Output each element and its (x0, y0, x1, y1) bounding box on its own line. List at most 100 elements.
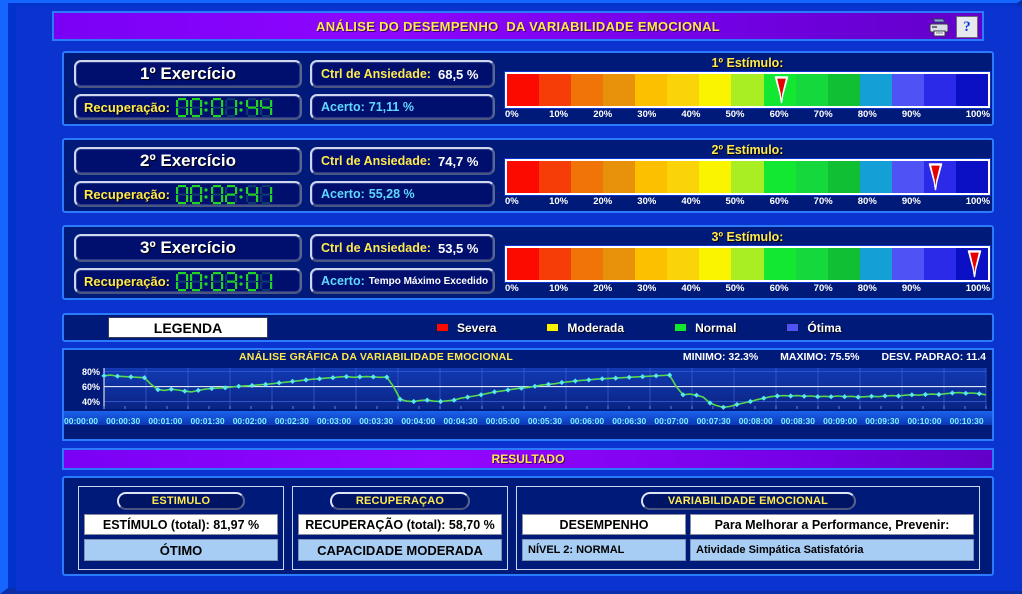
stimulus-gauge-3: 3º Estímulo: 0% 10% 20% 30% 40% 50% 60% 70% 80% 9… (505, 230, 990, 299)
legend-swatch-0 (436, 323, 449, 332)
anxiety-control-label-3: Ctrl de Ansiedade: (321, 241, 431, 255)
x-tick-18: 00:09:00 (823, 416, 858, 425)
anxiety-control-box-3: Ctrl de Ansiedade: 53,5 % (310, 234, 495, 262)
chart-header: ANÁLISE GRÁFICA DA VARIABILIDADE EMOCION… (64, 350, 992, 365)
gauge-tick-10: 100% (965, 109, 991, 120)
acerto-label-2: Acerto: (321, 187, 365, 201)
gauge-segment-14 (923, 74, 956, 106)
legend-panel: LEGENDA Severa Moderada Normal Ótima (62, 313, 994, 342)
acerto-box-1: Acerto: 71,11 % (310, 94, 495, 120)
recovery-label-3: Recuperação: (84, 273, 170, 289)
stimulus-scale-2: 0% 10% 20% 30% 40% 50% 60% 70% 80% 90% 100% (505, 196, 990, 210)
acerto-box-2: Acerto: 55,28 % (310, 181, 495, 207)
legend-label-2: Normal (695, 320, 737, 335)
exercise-panel-1: 1º Exercício Recuperação: Ctrl de Ansied… (62, 51, 994, 126)
resultado-panel: ESTIMULO ESTÍMULO (total): 81,97 % ÓTIMO… (62, 476, 994, 576)
anxiety-control-value-1: 68,5 % (437, 66, 479, 82)
x-tick-15: 00:07:30 (696, 416, 731, 425)
gauge-segment-13 (891, 161, 924, 193)
x-tick-14: 00:07:00 (654, 416, 689, 425)
legend-swatch-1 (546, 323, 560, 332)
svg-text:40%: 40% (82, 397, 100, 407)
gauge-segment-1 (507, 161, 540, 193)
app-stage: ANÁLISE DO DESEMPENHO DA VARIABILIDADE E… (16, 6, 1022, 591)
gauge-segment-12 (859, 161, 892, 193)
recovery-label-1: Recuperação: (84, 99, 170, 115)
exercise-title-1: 1º Exercício (140, 64, 236, 83)
help-icon[interactable]: ? (956, 16, 978, 38)
gauge-segment-15 (955, 161, 988, 193)
exercise-title-box-1: 1º Exercício (74, 60, 302, 88)
legend-label-0: Severa (457, 320, 497, 335)
gauge-segment-15 (955, 74, 988, 106)
stimulus-scale-1: 0% 10% 20% 30% 40% 50% 60% 70% 80% 90% 100% (505, 109, 990, 123)
stimulus-title-1: 1º Estímulo: (711, 56, 784, 70)
x-tick-1: 00:00:30 (106, 416, 141, 425)
anxiety-control-value-2: 74,7 % (437, 153, 479, 169)
exercise-title-3: 3º Exercício (140, 238, 236, 257)
gauge-tick-0: 0% (505, 283, 519, 294)
estimulo-total-box: ESTÍMULO (total): 81,97 % (84, 514, 278, 535)
x-tick-12: 00:06:00 (570, 416, 605, 425)
gauge-segment-2 (539, 248, 572, 280)
x-tick-8: 00:04:00 (401, 416, 436, 425)
variabilidade-pill: VARIABILIDADE EMOCIONAL (640, 492, 856, 510)
exercise-title-2: 2º Exercício (140, 151, 236, 170)
resultado-banner-label: RESULTADO (491, 452, 565, 466)
gauge-tick-5: 50% (725, 283, 745, 294)
estimulo-total-value: ESTÍMULO (total): 81,97 % (102, 517, 260, 532)
chart-plot-area: 40% 60% 80% 00:00:00 00:00:30 00:01:00 00:01:… (64, 365, 992, 425)
stimulus-marker-1 (774, 76, 789, 104)
chart-svg: 40% 60% 80% (82, 367, 987, 410)
x-tick-13: 00:06:30 (612, 416, 647, 425)
gauge-segment-5 (635, 161, 668, 193)
x-tick-0: 00:00:00 (64, 416, 99, 425)
resultado-variabilidade-column: VARIABILIDADE EMOCIONAL DESEMPENHO Para … (516, 486, 980, 570)
printer-icon[interactable] (927, 16, 951, 38)
gauge-tick-3: 30% (637, 283, 657, 294)
gauge-segment-8 (731, 248, 764, 280)
anxiety-control-box-2: Ctrl de Ansiedade: 74,7 % (310, 147, 495, 175)
estimulo-verdict-box: ÓTIMO (84, 539, 278, 561)
gauge-segment-6 (667, 161, 700, 193)
gauge-tick-0: 0% (505, 196, 519, 207)
gauge-segment-3 (571, 74, 604, 106)
recovery-timer-3 (175, 270, 273, 293)
anxiety-control-box-1: Ctrl de Ansiedade: 68,5 % (310, 60, 495, 88)
gauge-tick-2: 20% (593, 109, 613, 120)
gauge-tick-3: 30% (637, 196, 657, 207)
stimulus-gauge-1: 1º Estímulo: 0% 10% 20% 30% 40% 50% 60% 70% 80% 9… (505, 56, 990, 125)
legend-item-1: Moderada (546, 321, 624, 335)
legend-label-1: Moderada (567, 320, 625, 335)
recuperacao-verdict-value: CAPACIDADE MODERADA (317, 542, 483, 558)
gauge-segment-2 (539, 161, 572, 193)
chart-stat-maximo: MAXIMO: 75.5% (780, 351, 860, 363)
variabilidade-col1-header-box: DESEMPENHO (522, 514, 686, 535)
gauge-segment-3 (571, 161, 604, 193)
gauge-tick-0: 0% (505, 109, 519, 120)
variabilidade-col2-value: Atividade Simpática Satisfatória (696, 544, 864, 556)
x-tick-4: 00:02:00 (232, 416, 267, 425)
x-tick-9: 00:04:30 (443, 416, 478, 425)
variabilidade-pill-label: VARIABILIDADE EMOCIONAL (667, 495, 829, 507)
variabilidade-col2-header: Para Melhorar a Performance, Prevenir: (714, 517, 950, 532)
app-window-frame: ANÁLISE DO DESEMPENHO DA VARIABILIDADE E… (0, 0, 1022, 594)
recuperacao-total-box: RECUPERAÇÃO (total): 58,70 % (298, 514, 502, 535)
gauge-tick-6: 60% (769, 283, 789, 294)
stimulus-title-2: 2º Estímulo: (711, 143, 784, 157)
gauge-segment-1 (507, 248, 540, 280)
gauge-tick-7: 70% (813, 196, 833, 207)
legend-item-2: Normal (674, 321, 736, 335)
gauge-tick-7: 70% (813, 283, 833, 294)
gauge-segment-12 (859, 248, 892, 280)
acerto-value-3: Tempo Máximo Excedido (368, 275, 489, 287)
resultado-estimulo-column: ESTIMULO ESTÍMULO (total): 81,97 % ÓTIMO (78, 486, 284, 570)
acerto-value-1: 71,11 % (368, 100, 414, 114)
x-tick-17: 00:08:30 (780, 416, 815, 425)
chart-stats: MINIMO: 32.3% MAXIMO: 75.5% DESV. PADRAO… (683, 351, 986, 363)
recovery-box-1: Recuperação: (74, 94, 302, 120)
legend-label-3: Ótima (807, 320, 842, 335)
gauge-segment-6 (667, 248, 700, 280)
gauge-segment-10 (795, 74, 828, 106)
gauge-tick-1: 10% (549, 283, 569, 294)
